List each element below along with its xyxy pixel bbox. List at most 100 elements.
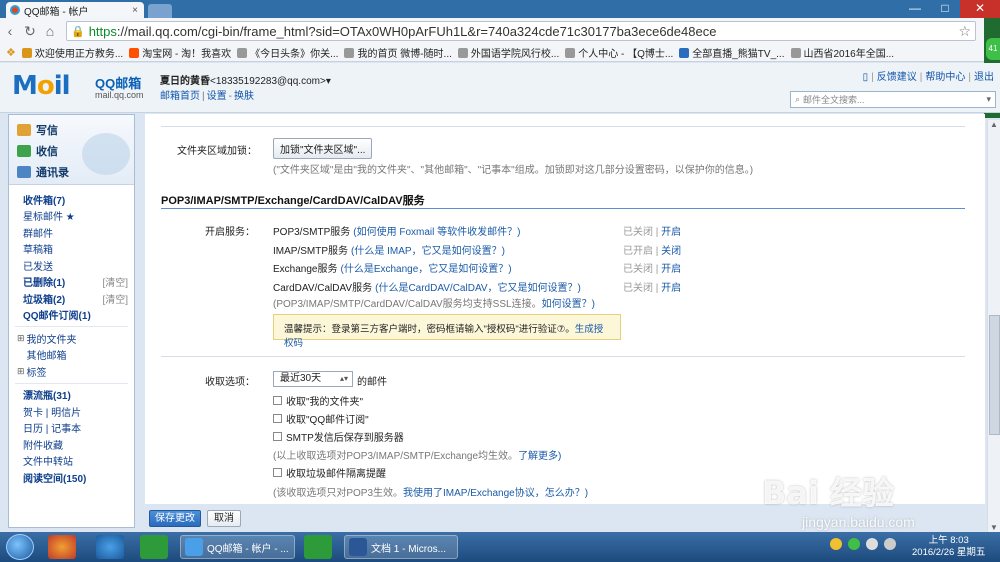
clock[interactable]: 上午 8:03 2016/2/26 星期五 [912, 535, 985, 559]
new-tab-button[interactable] [148, 4, 172, 18]
iqiyi-icon[interactable] [304, 535, 332, 559]
imap-help-link[interactable]: 我使用了IMAP/Exchange协议，怎么办？) [403, 488, 588, 499]
folder-item[interactable]: 垃圾箱(2) [清空] [23, 290, 134, 307]
settings-link[interactable]: 设置 [207, 91, 227, 102]
option-junk-alert[interactable]: 收取垃圾邮件隔离提醒 [273, 465, 386, 480]
notification-badge[interactable]: 41 [986, 38, 1000, 60]
network-icon[interactable] [866, 538, 878, 550]
help-link[interactable]: 帮助中心 [925, 72, 965, 83]
back-icon[interactable]: ‹ [0, 23, 20, 39]
service-toggle-link[interactable]: 关闭 [661, 246, 681, 257]
option-qq-subscription[interactable]: 收取"QQ邮件订阅" [273, 411, 369, 426]
bookmark-icon [129, 47, 140, 58]
checkbox[interactable] [273, 468, 282, 477]
mobile-icon[interactable]: ▯ [863, 72, 869, 83]
volume-icon[interactable] [884, 538, 896, 550]
save-button[interactable]: 保存更改 [149, 510, 201, 527]
sidebar-extra-item[interactable]: 贺卡 | 明信片 [23, 403, 134, 420]
service-help-link[interactable]: (如何使用 Foxmail 等软件收发邮件？) [353, 227, 520, 238]
ie-icon[interactable] [96, 535, 124, 559]
feedback-link[interactable]: 反馈建议 [877, 72, 917, 83]
clear-folder-link[interactable]: [清空] [102, 291, 128, 306]
folder-group[interactable]: ⊞其他邮箱 [17, 347, 134, 364]
app-icon[interactable] [48, 535, 76, 559]
chevron-down-icon[interactable]: ▾ [326, 76, 331, 87]
skin-link[interactable]: 换肤 [234, 91, 254, 102]
option-smtp-save[interactable]: SMTP发信后保存到服务器 [273, 429, 404, 444]
search-placeholder: 邮件全文搜索... [803, 95, 865, 105]
bookmark-item[interactable]: 个人中心 - 【Q博士... [565, 45, 673, 60]
service-toggle-link[interactable]: 开启 [661, 283, 681, 294]
sidebar-extra-item[interactable]: 阅读空间(150) [23, 469, 134, 486]
logout-link[interactable]: 退出 [974, 72, 994, 83]
close-tab-icon[interactable]: × [132, 5, 138, 16]
vertical-scrollbar[interactable]: ▲ ▼ [987, 120, 1000, 532]
taskbar: QQ邮箱 - 帐户 - ... 文档 1 - Micros... 上午 8:03… [0, 532, 1000, 562]
minimize-button[interactable]: — [900, 0, 930, 18]
service-row: POP3/SMTP服务 (如何使用 Foxmail 等软件收发邮件？) [273, 227, 521, 238]
option-my-folders[interactable]: 收取"我的文件夹" [273, 393, 363, 408]
reload-icon[interactable]: ↻ [20, 23, 40, 40]
close-window-button[interactable]: ✕ [960, 0, 1000, 18]
expand-icon[interactable]: ⊞ [17, 333, 25, 344]
folder-item[interactable]: 收件箱(7) [23, 191, 134, 208]
folder-item[interactable]: 已发送 [23, 257, 134, 274]
folder-lock-button[interactable]: 加锁"文件夹区域"... [273, 138, 373, 159]
folder-group[interactable]: ⊞ 我的文件夹 [17, 330, 134, 347]
iqiyi-icon[interactable] [140, 535, 168, 559]
scroll-up-icon[interactable]: ▲ [988, 120, 1000, 129]
expand-icon[interactable]: ⊞ [17, 366, 25, 377]
service-help-link[interactable]: (什么是 IMAP，它又是如何设置？) [351, 246, 505, 257]
folder-item[interactable]: 星标邮件 ★ [23, 208, 134, 225]
checkbox[interactable] [273, 432, 282, 441]
folder-item[interactable]: 群邮件 [23, 224, 134, 241]
user-email: <18335192283@qq.com> [210, 76, 326, 87]
service-help-link[interactable]: (什么是Exchange，它又是如何设置？) [340, 264, 511, 275]
ssl-help-link[interactable]: 如何设置？) [542, 299, 595, 310]
bookmark-item[interactable]: 我的首页 微博-随时... [344, 45, 452, 60]
checkbox[interactable] [273, 414, 282, 423]
bookmark-item[interactable]: 外国语学院风行校... [457, 45, 559, 60]
sidebar-extra-item[interactable]: 日历 | 记事本 [23, 420, 134, 437]
bookmark-item[interactable]: 欢迎使用正方教务... [21, 45, 123, 60]
service-toggle-link[interactable]: 开启 [661, 227, 681, 238]
tray-icon[interactable] [830, 538, 842, 550]
address-bar[interactable]: 🔒 https ://mail.qq.com/cgi-bin/frame_htm… [66, 21, 976, 41]
folder-list: 收件箱(7) 星标邮件 ★ 群邮件 草稿箱 已发送 已删除(1) [清空] 垃圾箱(2) [清空… [9, 185, 134, 486]
cancel-button[interactable]: 取消 [207, 510, 241, 527]
bookmark-item[interactable]: 《今日头条》你关... [237, 45, 338, 60]
folder-item[interactable]: 草稿箱 [23, 241, 134, 258]
start-button[interactable] [6, 534, 34, 560]
maximize-button[interactable]: □ [930, 0, 960, 18]
checkbox[interactable] [273, 396, 282, 405]
scroll-down-icon[interactable]: ▼ [988, 523, 1000, 532]
mail-search-input[interactable]: ⌕ 邮件全文搜索... ▾ [790, 91, 996, 108]
tray-icon[interactable] [848, 538, 860, 550]
receive-range-select[interactable]: 最近30天 ▴▾ [273, 371, 353, 387]
bookmark-star-icon[interactable]: ☆ [958, 23, 971, 40]
clear-folder-link[interactable]: [清空] [102, 274, 128, 289]
apps-icon[interactable]: ❖ [6, 46, 16, 59]
chevron-down-icon[interactable]: ▾ [986, 94, 991, 105]
folder-item[interactable]: 已删除(1) [清空] [23, 274, 134, 291]
sidebar-extra-item[interactable]: 附件收藏 [23, 436, 134, 453]
sidebar-extra-item[interactable]: 文件中转站 [23, 453, 134, 470]
taskbar-window-qqmail[interactable]: QQ邮箱 - 帐户 - ... [180, 535, 295, 559]
browser-tab[interactable]: QQ邮箱 - 帐户 × [6, 2, 144, 18]
qq-mail-logo[interactable]: Moil [12, 71, 71, 101]
settings-panel: 文件夹区域加锁： 加锁"文件夹区域"... ("文件夹区域"是由"我的文件夹"、… [145, 114, 985, 504]
bookmark-item[interactable]: 全部直播_熊猫TV_... [679, 45, 785, 60]
bookmark-icon [457, 47, 468, 58]
mail-home-link[interactable]: 邮箱首页 [160, 91, 200, 102]
folder-group[interactable]: ⊞ 标签 [17, 363, 134, 380]
taskbar-window-word[interactable]: 文档 1 - Micros... [344, 535, 458, 559]
scrollbar-thumb[interactable] [989, 315, 1000, 435]
service-help-link[interactable]: (什么是CardDAV/CalDAV，它又是如何设置？) [375, 283, 581, 294]
home-icon[interactable]: ⌂ [40, 23, 60, 39]
bookmark-item[interactable]: 山西省2016年全国... [790, 45, 894, 60]
service-toggle-link[interactable]: 开启 [661, 264, 681, 275]
sidebar-extra-item[interactable]: 漂流瓶(31) [23, 387, 134, 404]
learn-more-link[interactable]: 了解更多) [518, 451, 561, 462]
folder-item[interactable]: QQ邮件订阅(1) [23, 307, 134, 324]
bookmark-item[interactable]: 淘宝网 - 淘！我喜欢 [129, 45, 231, 60]
